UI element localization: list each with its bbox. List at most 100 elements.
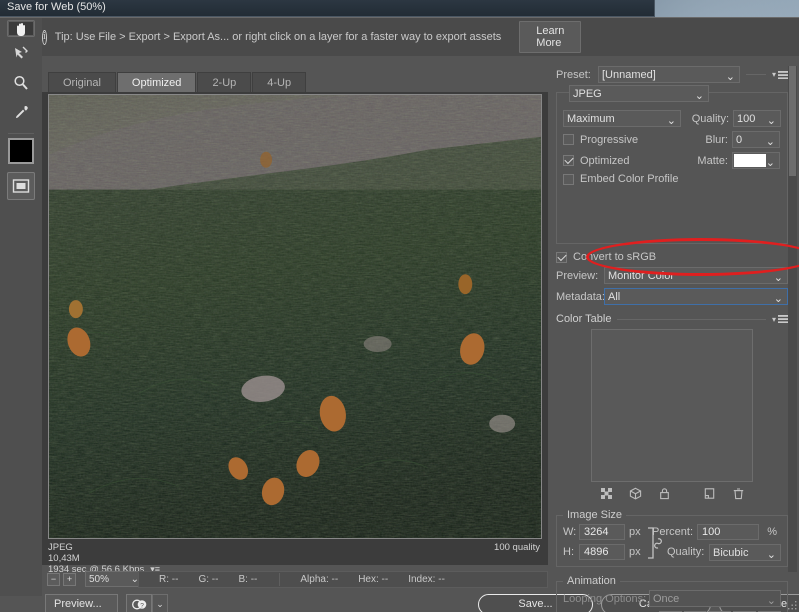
lock-color-icon[interactable] <box>658 487 671 503</box>
quality-label: Quality: <box>691 112 729 125</box>
resample-quality-value: Bicubic <box>713 546 749 559</box>
preset-row: Preset: [Unnamed] ⌄ ▾ <box>556 66 788 83</box>
file-format-select[interactable]: JPEG ⌄ <box>569 85 709 102</box>
snap-to-web-palette-icon[interactable] <box>600 487 613 503</box>
blur-value: 0 <box>736 133 743 146</box>
animation-group: Animation Looping Options: Once ⌄ 1 of 1 <box>556 575 788 612</box>
chevron-down-icon: ⌄ <box>773 293 783 305</box>
embed-color-profile-label: Embed Color Profile <box>580 173 679 185</box>
settings-scrollbar-thumb[interactable] <box>789 66 796 176</box>
web-shift-cube-icon[interactable] <box>629 487 642 503</box>
tip-text: Tip: Use File > Export > Export As... or… <box>54 31 502 43</box>
hand-tool[interactable] <box>7 20 35 37</box>
eyedropper-tool[interactable] <box>7 99 35 127</box>
optimized-label: Optimized <box>580 154 630 167</box>
file-format-value: JPEG <box>573 87 602 100</box>
tools-palette <box>0 18 42 596</box>
preview-color-value: Monitor Color <box>608 269 675 282</box>
preview-color-label: Preview: <box>556 269 599 282</box>
percent-input[interactable]: 100 <box>697 524 759 540</box>
settings-scrollbar[interactable] <box>788 66 797 572</box>
slice-select-tool[interactable] <box>7 39 35 67</box>
tab-2-up[interactable]: 2-Up <box>197 72 252 93</box>
metadata-select[interactable]: All ⌄ <box>604 288 788 305</box>
new-color-icon[interactable] <box>703 487 716 503</box>
looping-options-select[interactable]: Once ⌄ <box>649 590 781 607</box>
convert-srgb-row: Convert to sRGB <box>556 251 788 263</box>
preview-color-select[interactable]: Monitor Color ⌄ <box>604 267 788 284</box>
window-titlebar: Save for Web (50%) <box>0 0 655 17</box>
zoom-level-value: 50% <box>89 573 110 585</box>
progressive-checkbox[interactable] <box>563 134 574 145</box>
tab-optimized[interactable]: Optimized <box>116 72 197 93</box>
preset-flyout-menu-icon[interactable]: ▾ <box>772 70 788 79</box>
preview-mode-tabs: Original Optimized 2-Up 4-Up <box>48 72 307 93</box>
metadata-row: Metadata: All ⌄ <box>556 288 788 305</box>
delete-color-icon[interactable] <box>732 487 745 503</box>
metadata-value: All <box>608 290 621 303</box>
preview-button[interactable]: Preview... <box>45 594 118 612</box>
chevron-down-icon: ⌄ <box>773 272 783 284</box>
file-format-group: JPEG ⌄ Maximum ⌄ Quality: 100 ⌄ Progress… <box>556 85 788 244</box>
chevron-down-icon: ⌄ <box>766 115 776 127</box>
preview-browser-dropdown[interactable]: ⌄ <box>152 594 168 612</box>
preview-pane: JPEG 10,43M 1934 sec @ 56.6 Kbps ▾≡ 100 q… <box>42 92 548 575</box>
color-table-title: Color Table <box>556 313 612 325</box>
preview-browser-icon[interactable]: ? <box>126 594 152 612</box>
tab-original[interactable]: Original <box>48 72 116 93</box>
learn-more-button[interactable]: Learn More <box>519 21 582 53</box>
zoom-level-select[interactable]: 50% ⌄ <box>85 571 143 587</box>
width-input[interactable]: 3264 <box>579 524 625 540</box>
matte-color-select[interactable]: ⌄ <box>732 152 780 169</box>
readout-b: B: -- <box>238 574 258 585</box>
embed-color-profile-checkbox[interactable] <box>563 173 574 185</box>
blur-label: Blur: <box>705 133 728 146</box>
readout-g: G: -- <box>198 574 219 585</box>
matte-color-swatch <box>734 154 766 167</box>
resize-grip-icon[interactable] <box>788 601 797 610</box>
embed-color-profile-row: Embed Color Profile <box>563 173 781 185</box>
photo-grass-leaves <box>49 95 541 538</box>
width-label: W: <box>563 526 577 538</box>
toolbar-divider <box>8 133 34 134</box>
preset-select[interactable]: [Unnamed] ⌄ <box>598 66 740 83</box>
settings-panel: Preset: [Unnamed] ⌄ ▾ JPEG ⌄ Maximum ⌄ Q… <box>556 66 797 612</box>
quality-note-label: 100 quality <box>494 542 540 553</box>
optimized-matte-row: Optimized Matte: ⌄ <box>563 152 781 169</box>
looping-options-value: Once <box>653 592 680 605</box>
quality-value-select[interactable]: 100 ⌄ <box>733 110 781 127</box>
format-label: JPEG <box>48 542 73 553</box>
status-bar: − + 50% ⌄ R: -- G: -- B: -- Alpha: -- He… <box>42 569 549 591</box>
quality-value: 100 <box>737 112 756 125</box>
color-table-flyout-menu-icon[interactable]: ▾ <box>772 315 788 324</box>
blur-value-select[interactable]: 0 ⌄ <box>732 131 780 148</box>
zoom-tool[interactable] <box>7 69 35 97</box>
convert-srgb-checkbox[interactable] <box>556 251 567 263</box>
zoom-in-button[interactable]: + <box>63 572 76 586</box>
height-unit: px <box>629 546 641 558</box>
optimized-checkbox[interactable] <box>563 155 574 166</box>
tab-4-up[interactable]: 4-Up <box>252 72 307 93</box>
chevron-down-icon: ⌄ <box>666 115 676 127</box>
chevron-down-icon: ⌄ <box>765 157 775 169</box>
compression-preset-select[interactable]: Maximum ⌄ <box>563 110 681 127</box>
optimized-image-preview[interactable] <box>48 94 542 539</box>
preset-value: [Unnamed] <box>602 68 656 81</box>
color-table-swatch-area[interactable] <box>591 329 753 482</box>
resample-quality-select[interactable]: Bicubic ⌄ <box>709 544 781 561</box>
preview-color-row: Preview: Monitor Color ⌄ <box>556 267 788 284</box>
readout-hex: Hex: -- <box>358 574 389 585</box>
readout-r: R: -- <box>159 574 179 585</box>
color-table-header: Color Table ▾ <box>556 313 788 325</box>
progressive-blur-row: Progressive Blur: 0 ⌄ <box>563 131 781 148</box>
foreground-color-swatch[interactable] <box>8 138 34 164</box>
height-input[interactable]: 4896 <box>579 544 625 560</box>
compression-quality-row: Maximum ⌄ Quality: 100 ⌄ <box>563 110 781 127</box>
zoom-out-button[interactable]: − <box>47 572 60 586</box>
metadata-label: Metadata: <box>556 290 605 303</box>
looping-options-row: Looping Options: Once ⌄ <box>563 590 781 607</box>
image-size-title: Image Size <box>563 509 627 521</box>
preset-divider <box>746 74 766 75</box>
toggle-slices-visibility-button[interactable] <box>7 172 35 200</box>
resample-quality-label: Quality: <box>667 546 705 558</box>
